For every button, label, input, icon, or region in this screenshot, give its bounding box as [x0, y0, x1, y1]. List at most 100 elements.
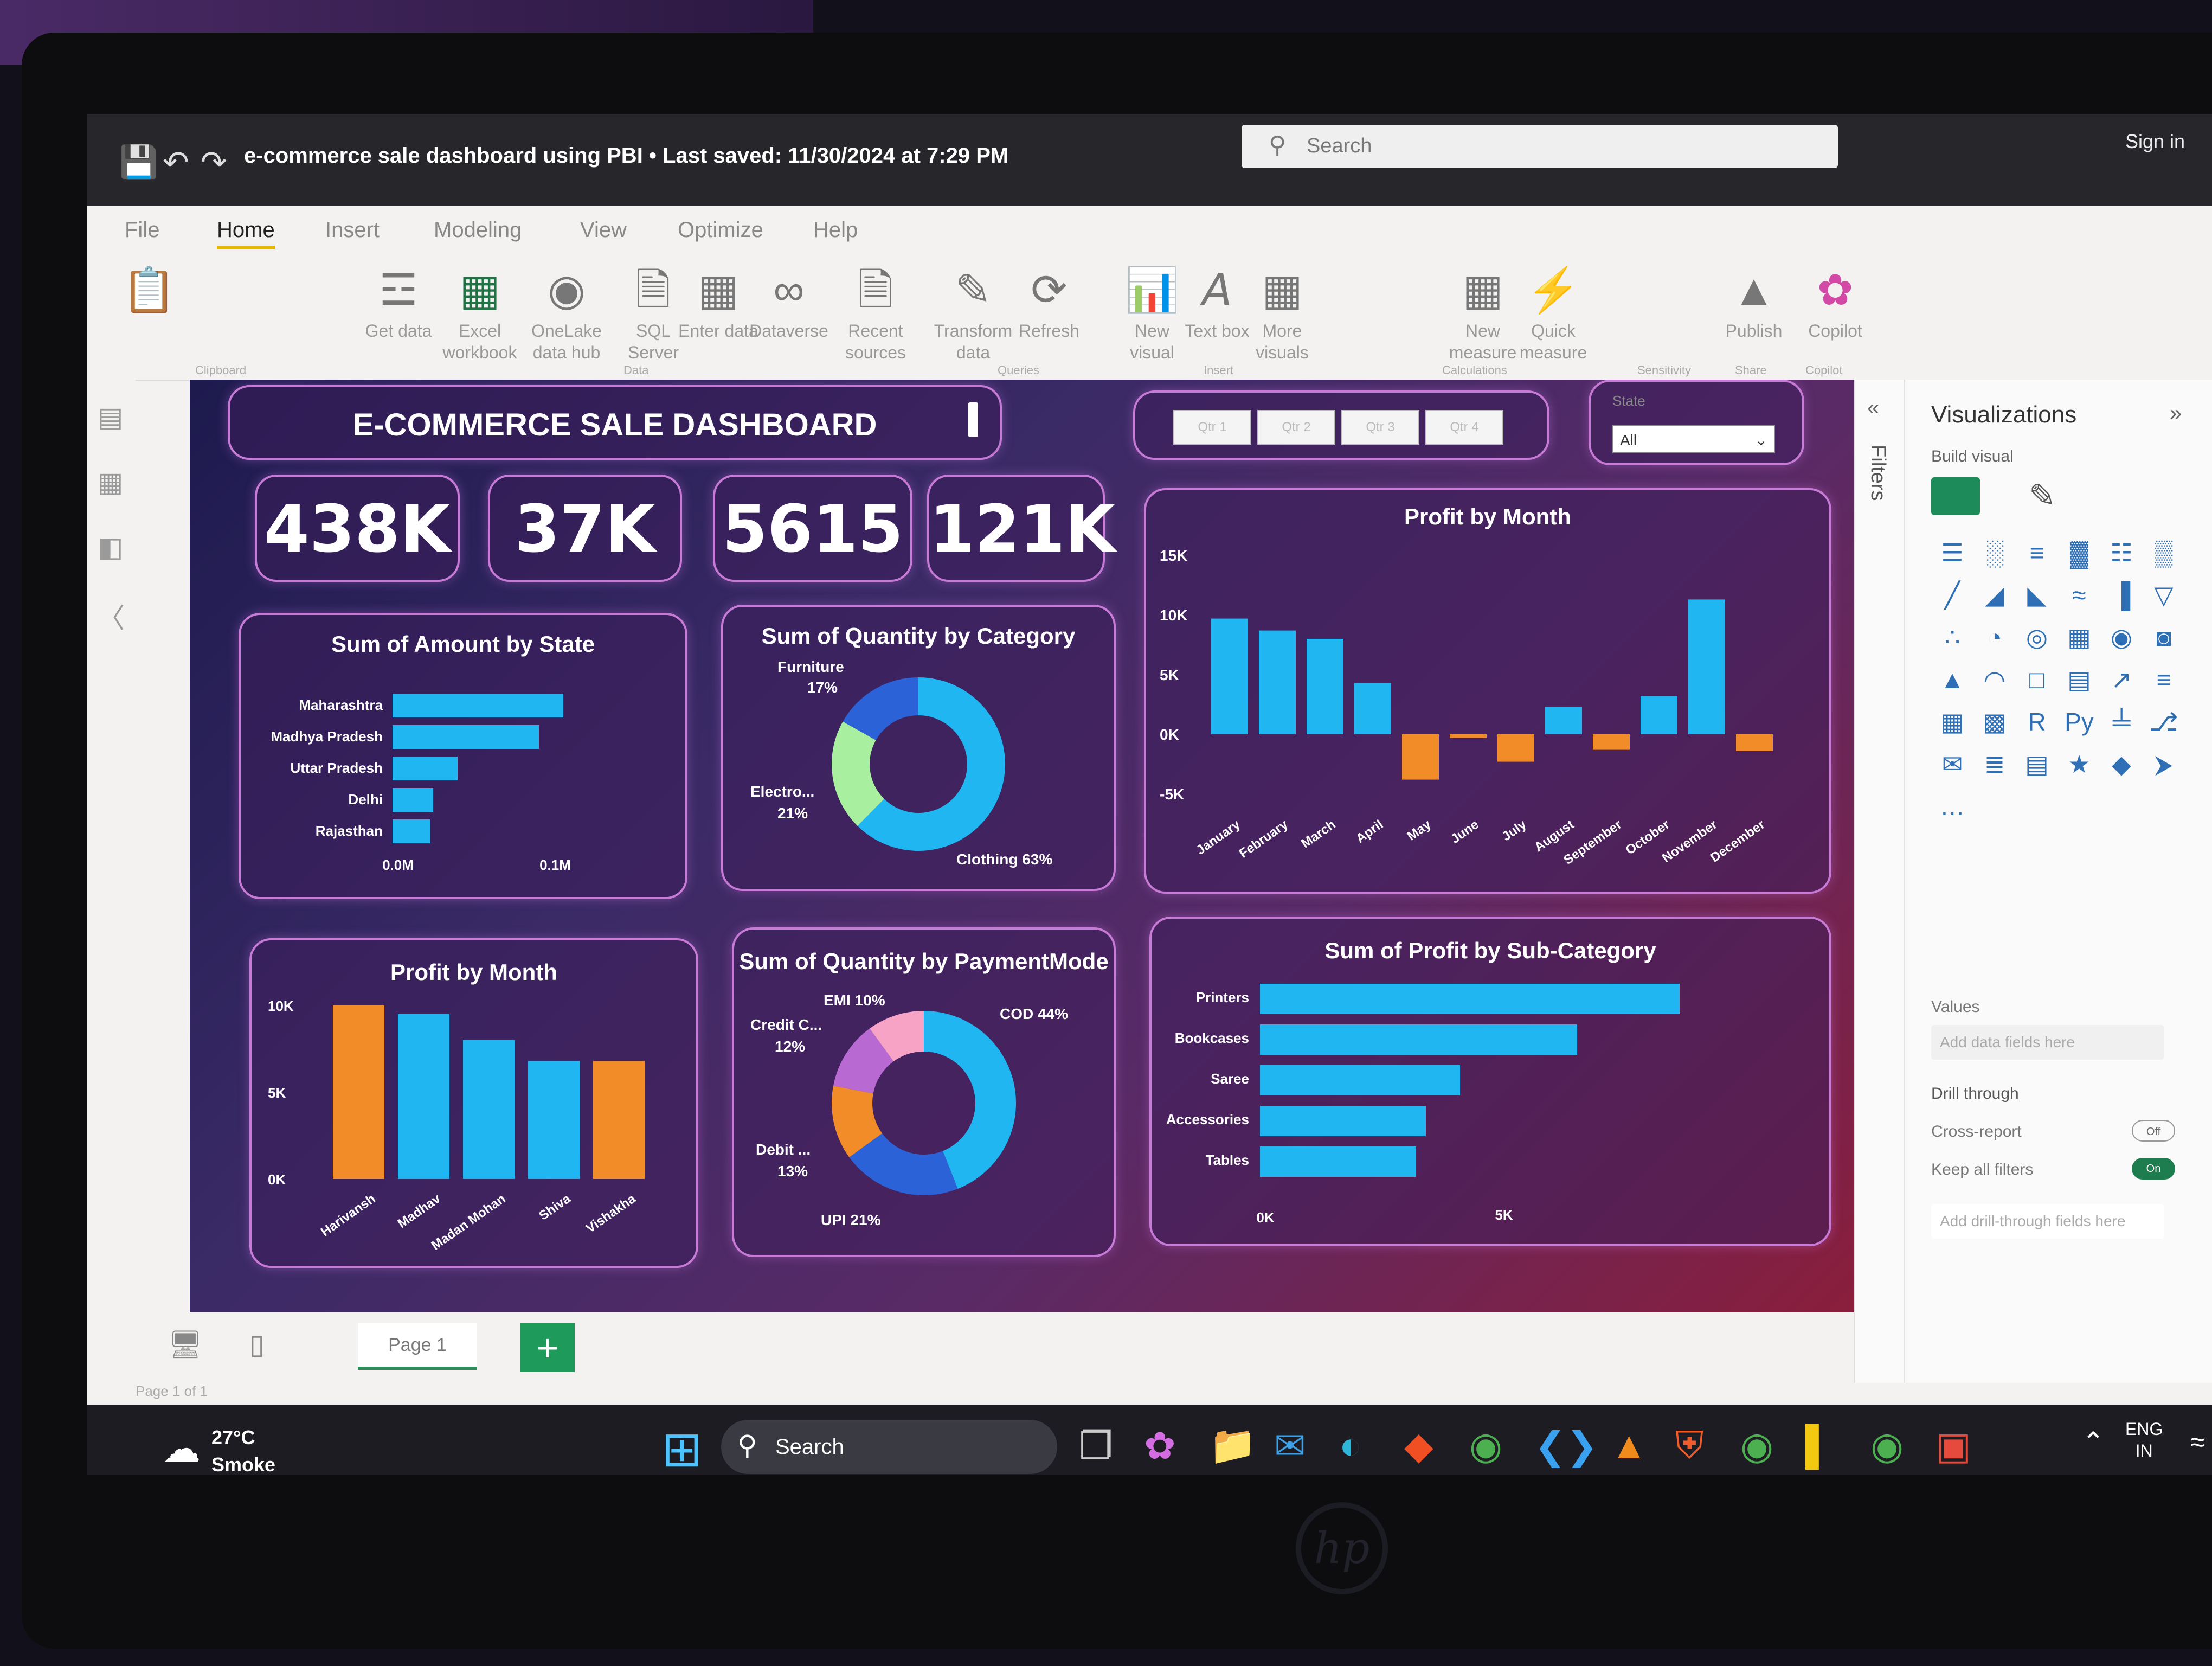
treemap-icon[interactable]: ▦ — [2058, 616, 2100, 658]
decomposition-icon[interactable]: ⎇ — [2143, 701, 2185, 743]
stacked-area-icon[interactable]: ◣ — [2016, 574, 2058, 616]
tab-view[interactable]: View — [580, 218, 627, 242]
values-well[interactable]: Add data fields here — [1931, 1025, 2164, 1060]
kpi-card-3[interactable]: 5615 — [713, 475, 912, 582]
tab-insert[interactable]: Insert — [325, 218, 380, 242]
dataverse-button[interactable]: ∞ Dataverse — [748, 260, 829, 342]
desktop-layout-icon[interactable]: 🖥 — [168, 1329, 202, 1361]
line-icon[interactable]: ╱ — [1931, 574, 1973, 616]
paginated-icon[interactable]: ▤ — [2016, 743, 2058, 785]
area-icon[interactable]: ◢ — [1973, 574, 2016, 616]
tab-modeling[interactable]: Modeling — [434, 218, 522, 242]
power-bi-icon[interactable]: ▌ — [1805, 1424, 1832, 1467]
copilot-button[interactable]: ✿ Copilot — [1795, 260, 1876, 342]
kpi-card-4[interactable]: 121K — [927, 475, 1115, 582]
more-visuals-button[interactable]: ▦ More visuals — [1242, 260, 1323, 363]
get-data-button[interactable]: ☲ Get data — [358, 260, 439, 342]
windows-start-icon[interactable]: ⊞ — [661, 1421, 702, 1475]
narrative-icon[interactable]: ≣ — [1973, 743, 2016, 785]
copilot-app-icon[interactable]: ✿ — [1144, 1424, 1176, 1468]
qtr-2-button[interactable]: Qtr 2 — [1257, 410, 1335, 445]
filters-pane-collapsed[interactable]: « Filters — [1855, 380, 1905, 1383]
chrome-profile-icon[interactable]: ◉ — [1740, 1424, 1773, 1468]
wps-office-icon[interactable]: ▣ — [1935, 1424, 1971, 1468]
pie-icon[interactable]: ◔ — [1973, 616, 2016, 658]
wifi-icon[interactable]: ≈ — [2190, 1426, 2205, 1458]
kpi-card-2[interactable]: 37K — [488, 475, 682, 582]
profit-by-month-chart[interactable]: Profit by Month 15K 10K 5K 0K -5K January Febr… — [1144, 488, 1831, 894]
document-title[interactable]: e-commerce sale dashboard using PBI • La… — [244, 144, 1008, 168]
waterfall-icon[interactable]: ▐ — [2100, 574, 2143, 616]
collapse-icon[interactable]: « — [1867, 396, 1879, 420]
save-icon[interactable]: 💾 — [119, 144, 158, 181]
funnel-icon[interactable]: ▽ — [2143, 574, 2185, 616]
publish-button[interactable]: ▲ Publish — [1713, 260, 1795, 342]
r-visual-icon[interactable]: R — [2016, 701, 2058, 743]
edge-icon[interactable]: ◐ — [1339, 1424, 1362, 1467]
page-tab[interactable]: Page 1 — [358, 1323, 477, 1370]
map-icon[interactable]: ◉ — [2100, 616, 2143, 658]
profit-by-subcategory-chart[interactable]: Sum of Profit by Sub-Category Printers Bo… — [1149, 917, 1831, 1246]
redo-icon[interactable]: ↷ — [201, 144, 227, 181]
chrome-alt-icon[interactable]: ◉ — [1870, 1424, 1904, 1468]
task-view-icon[interactable]: ❐ — [1079, 1424, 1113, 1468]
power-apps-icon[interactable]: ◆ — [2100, 743, 2143, 785]
weather-temperature[interactable]: 27°C — [211, 1426, 255, 1449]
filled-map-icon[interactable]: ◙ — [2143, 616, 2185, 658]
gauge-icon[interactable]: ◠ — [1973, 658, 2016, 701]
sign-in-link[interactable]: Sign in — [2125, 130, 2185, 153]
model-view-icon[interactable]: ◧ — [98, 531, 123, 563]
clustered-bar-icon[interactable]: ≡ — [2016, 531, 2058, 574]
table-icon[interactable]: ▦ — [1931, 701, 1973, 743]
qty-by-paymentmode-chart[interactable]: Sum of Quantity by PaymentMode COD 44% UP… — [732, 927, 1116, 1257]
trophy-icon[interactable]: ★ — [2058, 743, 2100, 785]
onelake-button[interactable]: ◉ OneLake data hub — [526, 260, 607, 363]
stacked-bar-icon[interactable]: ☰ — [1931, 531, 1973, 574]
100-bar-icon[interactable]: ☷ — [2100, 531, 2143, 574]
matrix-icon[interactable]: ▩ — [1973, 701, 2016, 743]
git-icon[interactable]: ◆ — [1404, 1424, 1433, 1468]
key-influencers-icon[interactable]: ╧ — [2100, 701, 2143, 743]
qtr-3-button[interactable]: Qtr 3 — [1341, 410, 1419, 445]
refresh-button[interactable]: ⟳ Refresh — [1008, 260, 1090, 342]
donut-icon[interactable]: ◎ — [2016, 616, 2058, 658]
tab-help[interactable]: Help — [813, 218, 858, 242]
qtr-1-button[interactable]: Qtr 1 — [1173, 410, 1251, 445]
card-icon[interactable]: □ — [2016, 658, 2058, 701]
python-visual-icon[interactable]: Py — [2058, 701, 2100, 743]
paste-button[interactable]: 📋 — [108, 260, 190, 320]
file-explorer-icon[interactable]: 📁 — [1209, 1424, 1256, 1468]
brave-icon[interactable]: ⛨ — [1675, 1424, 1704, 1468]
vlc-icon[interactable]: ▲ — [1610, 1424, 1648, 1467]
expand-icon[interactable]: » — [2170, 401, 2182, 426]
multi-card-icon[interactable]: ▤ — [2058, 658, 2100, 701]
dax-query-icon[interactable]: 〈 — [98, 597, 125, 636]
qty-by-category-chart[interactable]: Sum of Quantity by Category Clothing 63%… — [721, 605, 1116, 891]
ribbon-icon[interactable]: ≈ — [2058, 574, 2100, 616]
state-dropdown[interactable]: All ⌄ — [1612, 425, 1775, 453]
table-view-icon[interactable]: ▦ — [98, 466, 123, 498]
taskbar-search[interactable]: ⚲ Search — [721, 1420, 1057, 1474]
qa-icon[interactable]: ✉ — [1931, 743, 1973, 785]
scatter-icon[interactable]: ∴ — [1931, 616, 1973, 658]
clustered-column-icon[interactable]: ▓ — [2058, 531, 2100, 574]
amount-by-state-chart[interactable]: Sum of Amount by State Maharashtra Madhya… — [239, 613, 687, 899]
format-visual-icon[interactable]: ✎ — [2029, 477, 2056, 515]
new-measure-button[interactable]: ▦ New measure — [1442, 260, 1523, 363]
mail-icon[interactable]: ✉ — [1274, 1424, 1306, 1468]
more-icon[interactable]: … — [1931, 785, 1973, 828]
keep-filters-toggle[interactable]: On — [2132, 1158, 2175, 1180]
profit-by-person-chart[interactable]: Profit by Month 10K 5K 0K Harivansh Madhav Ma… — [249, 938, 698, 1268]
tab-file[interactable]: File — [125, 218, 159, 242]
transform-data-button[interactable]: ✎ Transform data — [933, 260, 1014, 363]
qtr-4-button[interactable]: Qtr 4 — [1425, 410, 1503, 445]
enter-data-button[interactable]: ▦ Enter data — [678, 260, 759, 342]
recent-sources-button[interactable]: 🗎 Recent sources — [835, 260, 916, 363]
cross-report-toggle[interactable]: Off — [2132, 1120, 2175, 1142]
weather-icon[interactable]: ☁ — [163, 1426, 201, 1471]
tray-chevron-up-icon[interactable]: ⌃ — [2082, 1426, 2105, 1458]
kpi-icon[interactable]: ↗ — [2100, 658, 2143, 701]
chrome-icon[interactable]: ◉ — [1469, 1424, 1502, 1468]
add-page-button[interactable]: + — [520, 1323, 575, 1372]
mobile-layout-icon[interactable]: ▯ — [249, 1329, 265, 1360]
